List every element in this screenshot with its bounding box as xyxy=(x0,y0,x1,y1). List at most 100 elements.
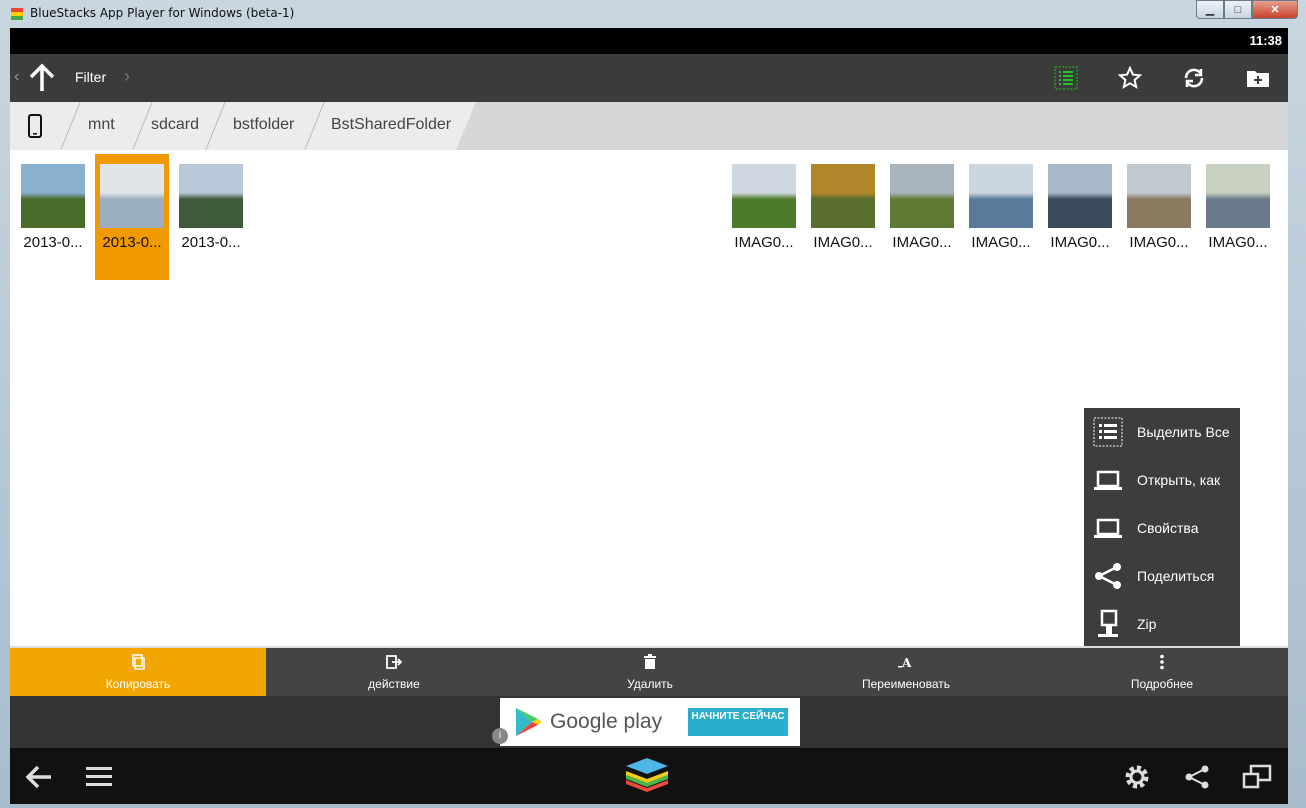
file-label: IMAG0... xyxy=(813,234,873,251)
file-tile[interactable]: IMAG0... xyxy=(964,154,1038,280)
file-tile[interactable]: IMAG0... xyxy=(1043,154,1117,280)
share-icon[interactable] xyxy=(1182,762,1212,792)
bottom-action-bar: Копировать действие Удалить A Переименовать П… xyxy=(10,646,1288,696)
file-tile[interactable]: IMAG0... xyxy=(885,154,959,280)
select-all-icon xyxy=(1093,417,1123,447)
popup-menu-item[interactable]: Поделиться xyxy=(1084,552,1240,600)
popup-menu-item[interactable]: Свойства xyxy=(1084,504,1240,552)
menu-icon[interactable] xyxy=(84,762,114,792)
file-thumbnail xyxy=(1048,164,1112,228)
bottom-action-copy[interactable]: Копировать xyxy=(10,648,266,696)
status-bar: 11:38 xyxy=(10,28,1288,54)
file-thumbnail xyxy=(969,164,1033,228)
google-play-logo-icon xyxy=(516,708,542,736)
file-label: IMAG0... xyxy=(1050,234,1110,251)
file-tile[interactable]: IMAG0... xyxy=(1201,154,1275,280)
breadcrumb-item-bstsharedfolder[interactable]: BstSharedFolder xyxy=(331,116,451,134)
laptop-icon xyxy=(1094,470,1122,490)
star-icon[interactable] xyxy=(1118,66,1142,90)
minimize-button[interactable]: ▁ xyxy=(1196,0,1224,19)
breadcrumb: mnt sdcard bstfolder BstSharedFolder xyxy=(10,102,1288,150)
phone-icon[interactable] xyxy=(28,114,42,138)
move-icon xyxy=(386,655,402,669)
action-bar-title[interactable]: Filter xyxy=(75,69,106,85)
popup-menu-label: Zip xyxy=(1137,616,1157,632)
chevron-right-icon: › xyxy=(124,66,130,86)
bottom-action-label: Удалить xyxy=(627,677,673,691)
laptop-icon xyxy=(1094,518,1122,538)
file-thumbnail xyxy=(100,164,164,228)
file-label: IMAG0... xyxy=(734,234,794,251)
select-list-icon[interactable] xyxy=(1054,66,1078,90)
bottom-action-label: действие xyxy=(368,677,420,691)
popup-menu-label: Выделить Все xyxy=(1137,424,1230,440)
bottom-action-label: Копировать xyxy=(105,677,171,691)
trash-icon xyxy=(644,654,656,669)
breadcrumb-item-mnt[interactable]: mnt xyxy=(88,116,115,134)
bottom-action-label: Переименовать xyxy=(862,677,950,691)
info-icon[interactable]: i xyxy=(492,728,508,744)
file-thumbnail xyxy=(1206,164,1270,228)
action-bar: ‹ Filter › xyxy=(10,54,1288,102)
share-icon xyxy=(1095,563,1121,589)
file-label: 2013-0... xyxy=(102,234,162,251)
popup-menu-label: Открыть, как xyxy=(1137,472,1221,488)
chevron-left-icon: ‹ xyxy=(14,68,20,85)
file-label: 2013-0... xyxy=(23,234,83,251)
android-screen: 11:38 ‹ Filter › mnt sdcard bstfolder Bs… xyxy=(10,28,1288,804)
google-play-ad[interactable]: Google play НАЧНИТЕ СЕЙЧАС i xyxy=(492,698,800,746)
gear-icon[interactable] xyxy=(1122,762,1152,792)
bluestacks-nav-bar xyxy=(10,748,1288,804)
window-titlebar[interactable]: BlueStacks App Player for Windows (beta-… xyxy=(0,0,1306,28)
bottom-action-label: Подробнее xyxy=(1130,677,1194,691)
bluestacks-app-icon xyxy=(11,8,23,20)
file-label: IMAG0... xyxy=(971,234,1031,251)
status-clock: 11:38 xyxy=(1249,33,1282,48)
file-tile[interactable]: IMAG0... xyxy=(727,154,801,280)
file-label: IMAG0... xyxy=(1129,234,1189,251)
screen-toggle-icon[interactable] xyxy=(1242,762,1272,792)
file-thumbnail xyxy=(811,164,875,228)
bottom-action-more[interactable]: Подробнее xyxy=(1034,648,1288,696)
overflow-popup-menu: Выделить Все Открыть, как Свойства Поделить… xyxy=(1084,408,1240,648)
window-title: BlueStacks App Player for Windows (beta-… xyxy=(30,6,295,20)
breadcrumb-item-bstfolder[interactable]: bstfolder xyxy=(233,116,294,134)
bottom-action-trash[interactable]: Удалить xyxy=(522,648,778,696)
popup-menu-item[interactable]: Zip xyxy=(1084,600,1240,648)
ad-text: Google play xyxy=(550,710,663,733)
bottom-action-rename[interactable]: A Переименовать xyxy=(778,648,1034,696)
file-tile[interactable]: 2013-0... xyxy=(16,154,90,280)
bottom-action-move[interactable]: действие xyxy=(266,648,522,696)
file-label: IMAG0... xyxy=(1208,234,1268,251)
bluestacks-logo-icon[interactable] xyxy=(624,754,670,796)
ad-bar: Google play НАЧНИТЕ СЕЙЧАС i xyxy=(10,696,1288,748)
file-thumbnail xyxy=(21,164,85,228)
zip-icon xyxy=(1098,609,1118,637)
up-arrow-icon[interactable] xyxy=(26,62,58,94)
file-tile[interactable]: 2013-0... xyxy=(95,154,169,280)
file-label: 2013-0... xyxy=(181,234,241,251)
file-thumbnail xyxy=(732,164,796,228)
popup-menu-label: Свойства xyxy=(1137,520,1199,536)
file-tile[interactable]: 2013-0... xyxy=(174,154,248,280)
file-thumbnail xyxy=(1127,164,1191,228)
file-label: IMAG0... xyxy=(892,234,952,251)
refresh-icon[interactable] xyxy=(1182,66,1206,90)
file-tile[interactable]: IMAG0... xyxy=(806,154,880,280)
popup-menu-item[interactable]: Выделить Все xyxy=(1084,408,1240,456)
more-icon xyxy=(1160,654,1164,670)
close-button[interactable]: ✕ xyxy=(1252,0,1298,19)
popup-menu-label: Поделиться xyxy=(1137,568,1215,584)
rename-icon: A xyxy=(898,656,912,670)
maximize-button[interactable]: □ xyxy=(1224,0,1252,19)
file-thumbnail xyxy=(179,164,243,228)
file-thumbnail xyxy=(890,164,954,228)
back-arrow-icon[interactable] xyxy=(24,762,54,792)
copy-icon xyxy=(132,654,145,670)
new-folder-icon[interactable] xyxy=(1246,66,1270,90)
svg-text:A: A xyxy=(901,656,912,670)
ad-start-button[interactable]: НАЧНИТЕ СЕЙЧАС xyxy=(688,708,788,736)
popup-menu-item[interactable]: Открыть, как xyxy=(1084,456,1240,504)
file-tile[interactable]: IMAG0... xyxy=(1122,154,1196,280)
breadcrumb-item-sdcard[interactable]: sdcard xyxy=(151,116,199,134)
